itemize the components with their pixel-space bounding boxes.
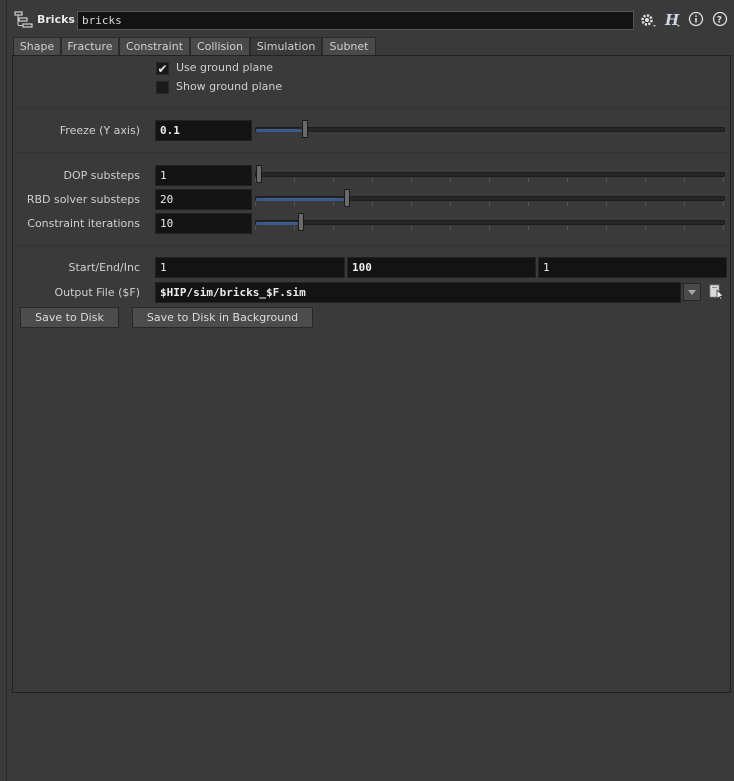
tab-subnet[interactable]: Subnet <box>322 37 376 55</box>
slider-tick <box>684 226 685 230</box>
slider-tick <box>372 178 373 182</box>
slider-tick <box>489 178 490 182</box>
tab-shape[interactable]: Shape <box>13 37 61 55</box>
node-type-label: Bricks <box>37 13 75 26</box>
houdini-help-icon[interactable]: H <box>662 10 682 30</box>
output-file-dropdown-button[interactable] <box>683 283 701 301</box>
gear-icon[interactable] <box>638 10 658 30</box>
slider-tick <box>645 178 646 182</box>
save-to-disk-button[interactable]: Save to Disk <box>20 307 119 328</box>
slider-tick <box>606 178 607 182</box>
dop-substeps-field[interactable]: 1 <box>155 165 252 186</box>
save-to-disk-background-button[interactable]: Save to Disk in Background <box>132 307 313 328</box>
frame-range-label: Start/End/Inc <box>68 261 140 274</box>
slider-tick <box>723 202 724 206</box>
slider-handle[interactable] <box>297 213 304 231</box>
output-file-label: Output File ($F) <box>54 286 140 299</box>
left-pane-border <box>6 0 7 781</box>
slider-tick <box>723 178 724 182</box>
slider-tick <box>450 202 451 206</box>
slider-tick <box>684 178 685 182</box>
slider-tick <box>528 178 529 182</box>
slider-tick <box>567 226 568 230</box>
slider-tick <box>411 226 412 230</box>
constraint-iterations-field[interactable]: 10 <box>155 213 252 234</box>
slider-tick <box>645 202 646 206</box>
separator <box>14 245 730 246</box>
slider-tick <box>450 226 451 230</box>
output-file-field[interactable]: $HIP/sim/bricks_$F.sim <box>155 282 681 303</box>
freeze-label: Freeze (Y axis) <box>59 124 140 137</box>
slider-track[interactable] <box>255 127 725 132</box>
node-name-field[interactable]: bricks <box>77 11 634 30</box>
dop-substeps-label: DOP substeps <box>63 169 140 182</box>
slider-tick <box>333 178 334 182</box>
constraint-iterations-label: Constraint iterations <box>27 217 140 230</box>
slider-tick <box>645 226 646 230</box>
file-chooser-button[interactable] <box>707 283 727 301</box>
slider-tick <box>294 202 295 206</box>
slider-fill <box>256 222 298 225</box>
slider-fill <box>256 198 344 201</box>
slider-fill <box>256 129 303 132</box>
freeze-field[interactable]: 0.1 <box>155 120 252 141</box>
slider-handle[interactable] <box>302 120 309 138</box>
separator <box>14 107 730 108</box>
slider-tick <box>528 202 529 206</box>
slider-track[interactable] <box>255 220 725 225</box>
svg-text:?: ? <box>717 16 722 26</box>
slider-tick <box>489 202 490 206</box>
slider-tick <box>567 202 568 206</box>
show-ground-plane-checkbox[interactable] <box>156 81 169 94</box>
slider-tick <box>450 178 451 182</box>
show-ground-plane-label: Show ground plane <box>176 80 283 93</box>
node-type-icon[interactable] <box>14 10 34 30</box>
tab-constraint[interactable]: Constraint <box>119 37 190 55</box>
slider-tick <box>489 226 490 230</box>
slider-tick <box>723 226 724 230</box>
slider-handle[interactable] <box>256 165 262 183</box>
slider-tick <box>333 202 334 206</box>
frame-inc-field[interactable]: 1 <box>538 257 727 278</box>
info-icon[interactable] <box>686 10 706 30</box>
tab-simulation[interactable]: Simulation <box>250 37 322 55</box>
slider-track[interactable] <box>255 172 725 177</box>
slider-tick <box>528 226 529 230</box>
frame-start-field[interactable]: 1 <box>155 257 345 278</box>
question-icon[interactable]: ? <box>710 10 730 30</box>
slider-tick <box>255 226 256 230</box>
slider-tick <box>684 202 685 206</box>
slider-tick <box>372 202 373 206</box>
tab-collision[interactable]: Collision <box>190 37 250 55</box>
slider-tick <box>294 178 295 182</box>
tab-fracture[interactable]: Fracture <box>61 37 119 55</box>
chevron-down-icon <box>688 290 696 295</box>
slider-tick <box>411 178 412 182</box>
slider-tick <box>372 226 373 230</box>
slider-tick <box>294 226 295 230</box>
use-ground-plane-checkbox[interactable]: ✔ <box>156 62 169 75</box>
frame-end-field[interactable]: 100 <box>347 257 536 278</box>
slider-tick <box>606 226 607 230</box>
file-chooser-icon <box>709 284 725 301</box>
svg-text:H: H <box>664 11 680 29</box>
slider-tick <box>606 202 607 206</box>
slider-tick <box>411 202 412 206</box>
separator <box>14 152 730 153</box>
parameter-panel <box>12 55 731 693</box>
slider-tick <box>333 226 334 230</box>
rbd-substeps-field[interactable]: 20 <box>155 189 252 210</box>
slider-handle[interactable] <box>343 189 350 207</box>
slider-tick <box>567 178 568 182</box>
use-ground-plane-label: Use ground plane <box>176 61 273 74</box>
rbd-substeps-label: RBD solver substeps <box>26 193 140 206</box>
slider-tick <box>255 202 256 206</box>
slider-track[interactable] <box>255 196 725 201</box>
